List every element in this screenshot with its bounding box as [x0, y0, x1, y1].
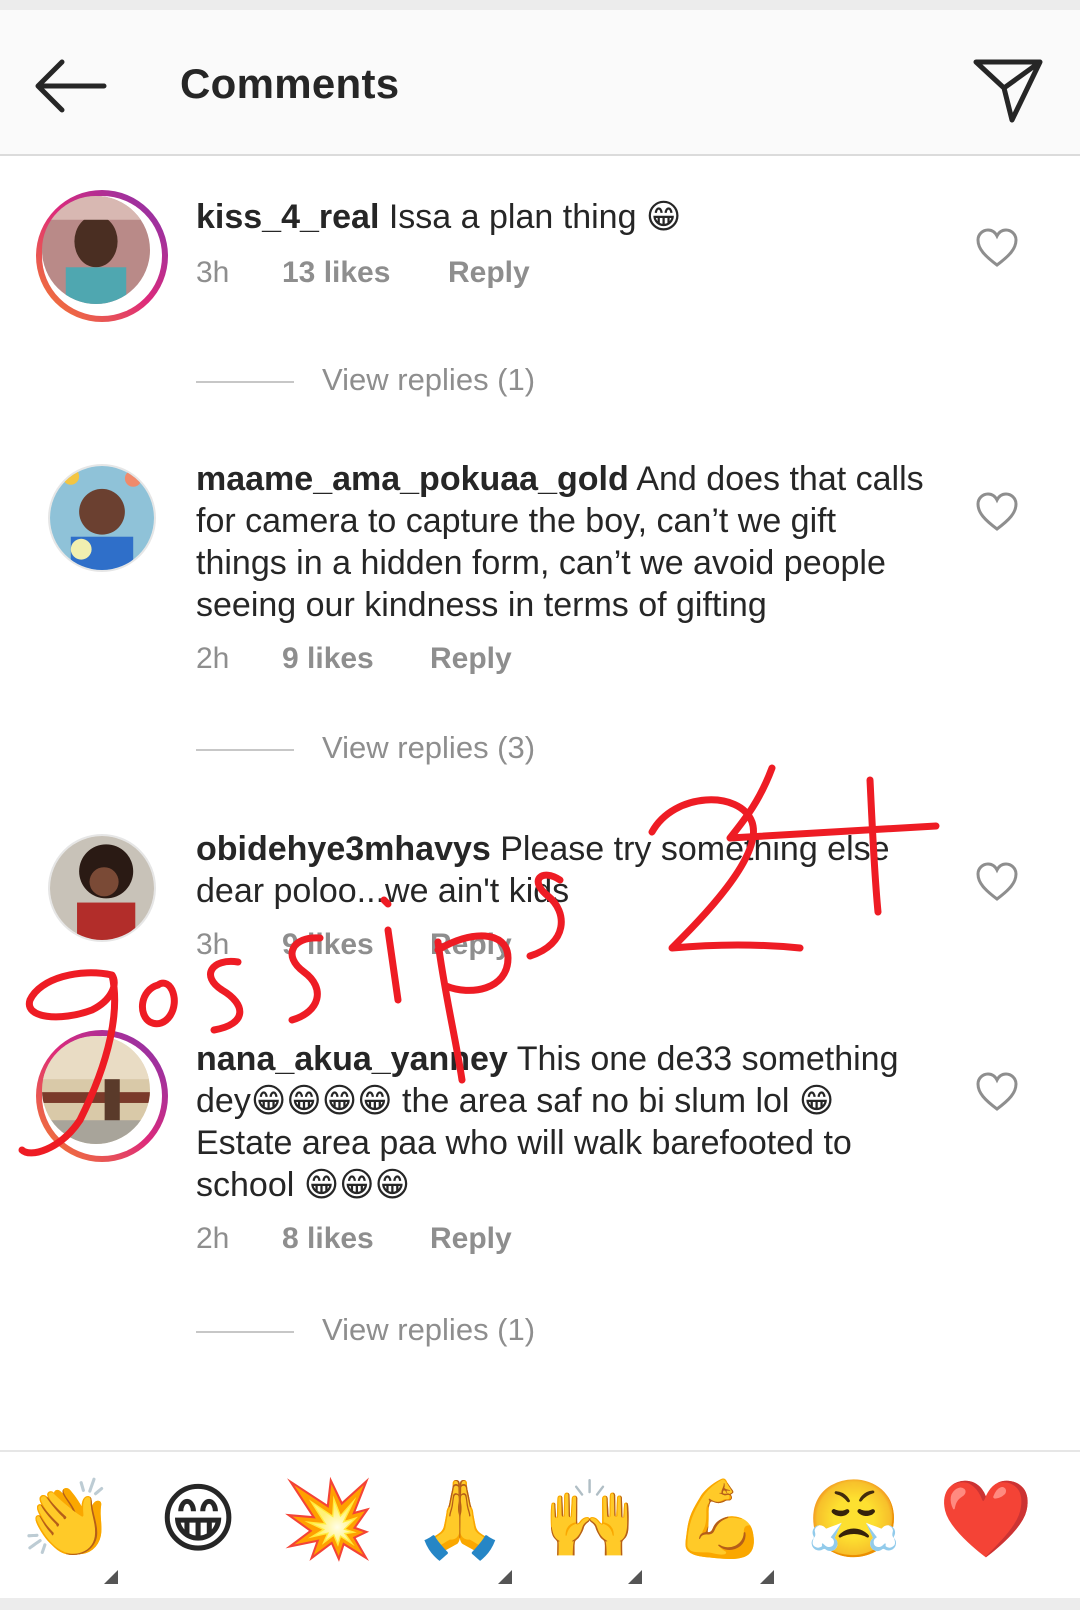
grinning-face-emoji-button[interactable]: 😁: [148, 1470, 248, 1570]
view-replies-button[interactable]: View replies (1): [196, 362, 696, 402]
user-photo: [50, 466, 154, 570]
reply-button[interactable]: Reply: [448, 256, 530, 290]
view-replies-button[interactable]: View replies (3): [196, 730, 696, 770]
view-replies-label: View replies (3): [322, 730, 536, 765]
comment-time: 2h: [196, 1222, 230, 1255]
heart-icon: [976, 1072, 1018, 1111]
like-button[interactable]: [975, 492, 1019, 532]
share-button[interactable]: [970, 50, 1046, 126]
heart-icon: [976, 492, 1018, 531]
comment-text: kiss_4_real Issa a plan thing 😁: [196, 196, 936, 238]
comment-time: 3h: [196, 256, 230, 289]
view-replies-label: View replies (1): [322, 362, 536, 397]
reply-button[interactable]: Reply: [430, 642, 512, 676]
comment-likes[interactable]: 9 likes: [282, 642, 374, 676]
red-heart-emoji-button[interactable]: ❤️: [936, 1470, 1036, 1570]
expand-indicator-icon: [104, 1570, 118, 1584]
page-title: Comments: [180, 60, 400, 107]
avatar[interactable]: [48, 464, 156, 572]
heart-icon: [976, 228, 1018, 267]
heart-icon: [976, 862, 1018, 901]
comment-likes[interactable]: 9 likes: [282, 928, 374, 962]
comment-text: obidehye3mhavys Please try something els…: [196, 828, 936, 912]
like-button[interactable]: [975, 862, 1019, 902]
avatar[interactable]: [48, 834, 156, 942]
emoji-quick-bar: 👏 😁 💥 🙏 🙌 💪 😤 ❤️: [0, 1450, 1080, 1598]
flexed-biceps-emoji-button[interactable]: 💪: [670, 1470, 770, 1570]
like-button[interactable]: [975, 228, 1019, 268]
divider: [196, 381, 294, 383]
comment-body: Issa a plan thing 😁: [388, 198, 682, 236]
comment-time: 3h: [196, 928, 230, 961]
expand-indicator-icon: [628, 1570, 642, 1584]
top-bar: Comments: [0, 10, 1080, 156]
comment-text: maame_ama_pokuaa_gold And does that call…: [196, 458, 936, 626]
steam-face-emoji-button[interactable]: 😤: [804, 1470, 904, 1570]
avatar[interactable]: [36, 190, 168, 322]
reply-button[interactable]: Reply: [430, 928, 512, 962]
divider: [196, 1331, 294, 1333]
user-photo: [42, 196, 150, 304]
comment-text: nana_akua_yanney This one de33 something…: [196, 1038, 936, 1206]
comment-username[interactable]: nana_akua_yanney: [196, 1040, 508, 1078]
folded-hands-emoji-button[interactable]: 🙏: [410, 1470, 510, 1570]
avatar[interactable]: [36, 1030, 168, 1162]
comment-username[interactable]: kiss_4_real: [196, 198, 379, 236]
raising-hands-emoji-button[interactable]: 🙌: [540, 1470, 640, 1570]
expand-indicator-icon: [498, 1570, 512, 1584]
comment-likes[interactable]: 13 likes: [282, 256, 390, 290]
reply-button[interactable]: Reply: [430, 1222, 512, 1256]
arrow-left-icon: [35, 59, 107, 113]
comment-likes[interactable]: 8 likes: [282, 1222, 374, 1256]
view-replies-label: View replies (1): [322, 1312, 536, 1347]
comment-username[interactable]: maame_ama_pokuaa_gold: [196, 460, 629, 498]
comment-time: 2h: [196, 642, 230, 675]
user-photo: [50, 836, 154, 940]
status-strip: [0, 0, 1080, 10]
divider: [196, 749, 294, 751]
comment-username[interactable]: obidehye3mhavys: [196, 830, 491, 868]
bottom-strip: [0, 1598, 1080, 1610]
view-replies-button[interactable]: View replies (1): [196, 1312, 696, 1352]
clapping-hands-emoji-button[interactable]: 👏: [18, 1470, 118, 1570]
paper-plane-icon: [973, 59, 1043, 123]
like-button[interactable]: [975, 1072, 1019, 1112]
back-button[interactable]: [30, 54, 110, 118]
expand-indicator-icon: [760, 1570, 774, 1584]
user-photo: [42, 1036, 150, 1144]
explosion-emoji-button[interactable]: 💥: [278, 1470, 378, 1570]
